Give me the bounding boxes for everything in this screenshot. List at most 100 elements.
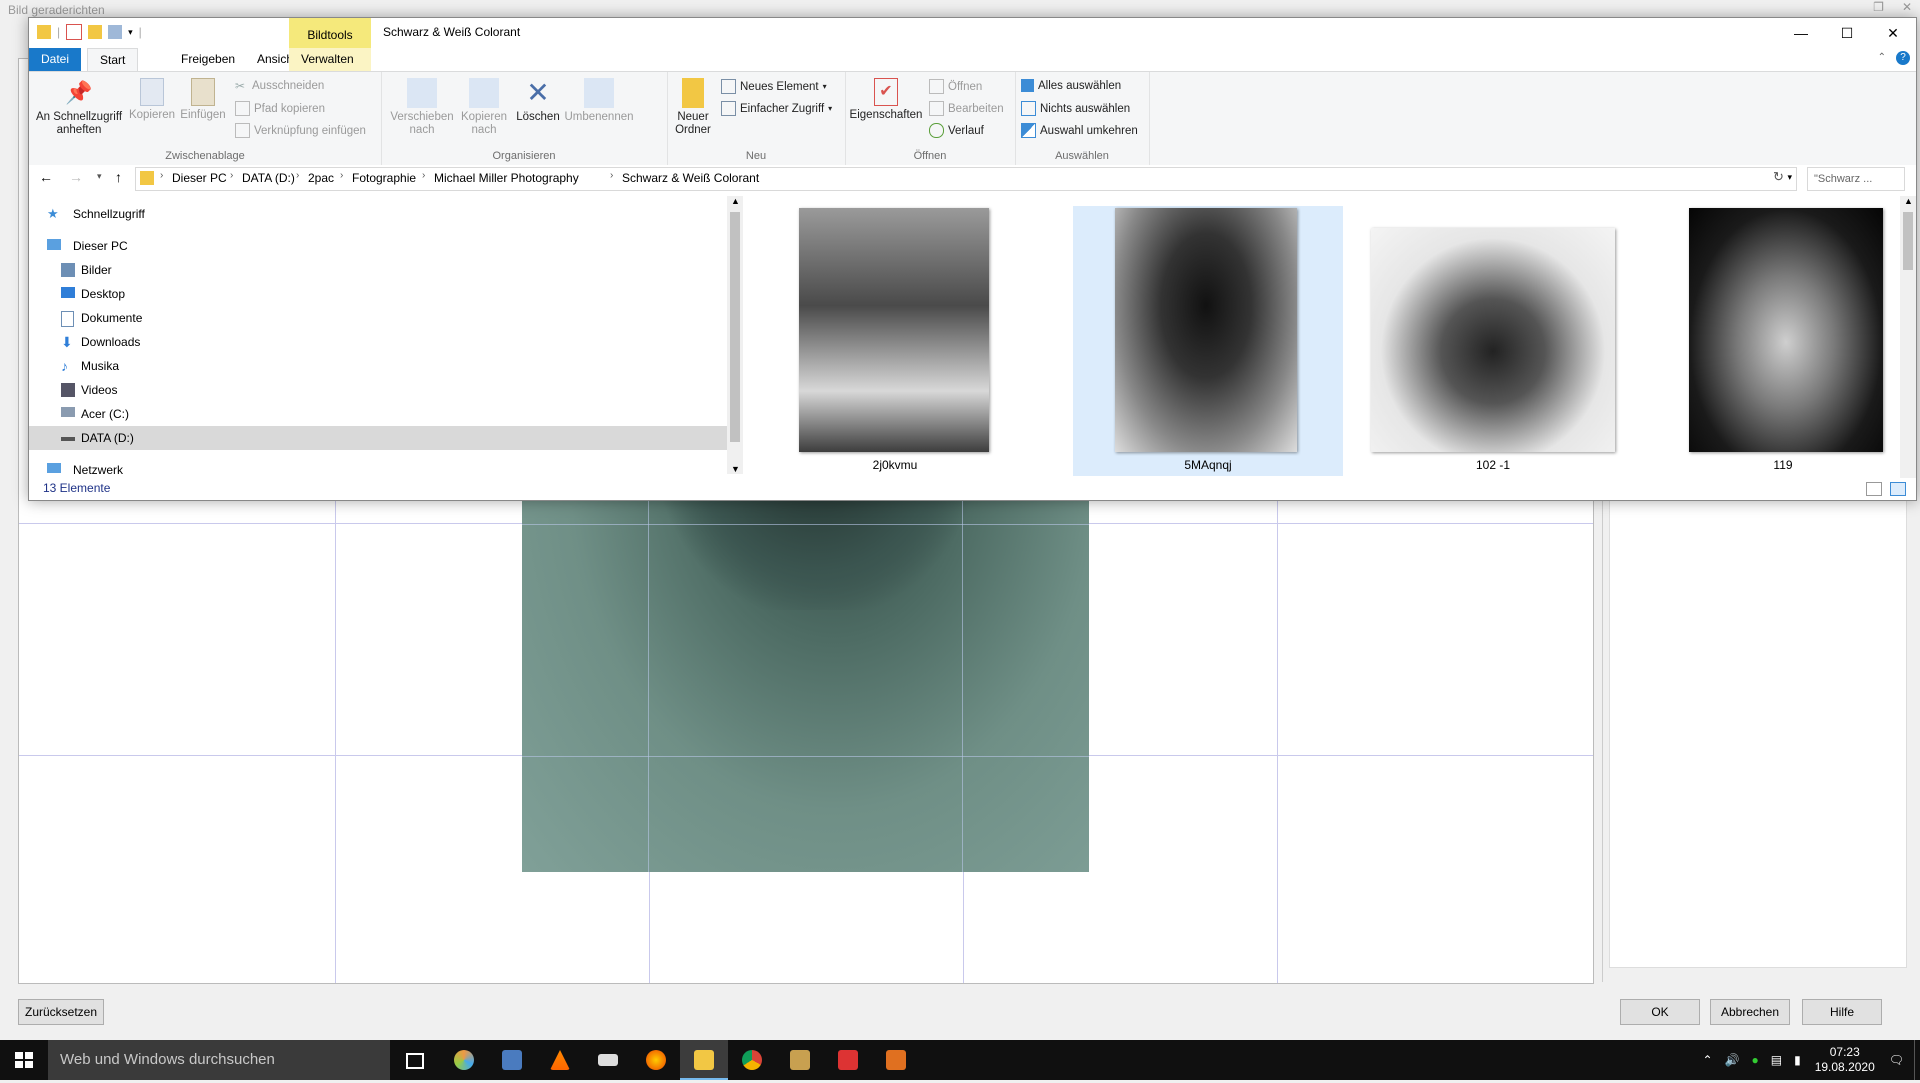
refresh-icon[interactable]: ↻ (1773, 169, 1784, 185)
rename-icon[interactable] (108, 25, 123, 39)
cut-button[interactable]: ✂ Ausschneiden (235, 79, 324, 93)
close-icon[interactable]: ✕ (1870, 18, 1916, 48)
taskbar-app-tools[interactable] (872, 1040, 920, 1080)
taskbar-search-input[interactable]: Web und Windows durchsuchen (48, 1040, 390, 1080)
close-icon[interactable]: ✕ (1902, 0, 1912, 14)
nav-item-acer-c[interactable]: Acer (C:) (29, 402, 727, 426)
clock[interactable]: 07:23 19.08.2020 (1815, 1045, 1875, 1075)
copy-button[interactable]: Kopieren (127, 74, 177, 122)
nav-item-bilder[interactable]: Bilder (29, 258, 727, 282)
show-hidden-icons-icon[interactable]: ⌃ (1702, 1053, 1712, 1067)
task-view-button[interactable] (392, 1040, 440, 1080)
file-item[interactable]: 2j0kvmu (795, 206, 995, 476)
select-none-button[interactable]: Nichts auswählen (1021, 101, 1130, 116)
breadcrumb-item[interactable]: Michael Miller Photography (434, 171, 579, 185)
address-bar[interactable]: › Dieser PC › DATA (D:) › 2pac › Fotogra… (135, 167, 1797, 191)
ok-button[interactable]: OK (1620, 999, 1700, 1025)
tab-verwalten[interactable]: Verwalten (289, 48, 371, 71)
show-desktop-button[interactable] (1914, 1040, 1920, 1080)
forward-icon[interactable]: → (69, 169, 83, 185)
app-icon (790, 1050, 810, 1070)
breadcrumb-item[interactable]: DATA (D:) (242, 171, 295, 185)
scroll-up-icon[interactable]: ▲ (731, 196, 740, 206)
nav-network[interactable]: Netzwerk (29, 458, 727, 474)
scrollbar-thumb[interactable] (730, 212, 740, 442)
scroll-up-icon[interactable]: ▲ (1904, 196, 1913, 206)
nav-item-data-d[interactable]: DATA (D:) (29, 426, 727, 450)
nav-item-videos[interactable]: Videos (29, 378, 727, 402)
volume-icon[interactable]: 🔊 (1725, 1053, 1740, 1067)
restore-icon[interactable]: ❐ (1873, 0, 1884, 14)
maximize-icon[interactable]: ☐ (1824, 18, 1870, 48)
taskbar-app-media[interactable] (632, 1040, 680, 1080)
rename-button[interactable]: Umbenennen (561, 74, 637, 124)
signal-icon[interactable]: ▮ (1794, 1053, 1801, 1067)
copy-to-button[interactable]: Kopieren nach (457, 74, 511, 137)
properties-button[interactable]: ✔ Eigenschaften (849, 74, 923, 122)
taskbar-app-vlc[interactable] (536, 1040, 584, 1080)
tab-freigeben[interactable]: Freigeben (169, 48, 247, 71)
taskbar-app-explorer[interactable] (680, 1040, 728, 1080)
help-icon[interactable]: ? (1896, 51, 1910, 65)
scroll-down-icon[interactable]: ▼ (731, 464, 740, 474)
file-item[interactable]: 102 -1 (1363, 206, 1623, 476)
scrollbar-thumb[interactable] (1903, 212, 1913, 270)
notifications-icon[interactable]: 🗨 (1889, 1053, 1904, 1067)
taskbar-app-images[interactable] (776, 1040, 824, 1080)
taskbar-app-photo-editor[interactable] (824, 1040, 872, 1080)
copy-path-button[interactable]: Pfad kopieren (235, 101, 325, 116)
up-icon[interactable]: ↑ (115, 169, 122, 185)
nav-item-desktop[interactable]: Desktop (29, 282, 727, 306)
file-view-scrollbar[interactable]: ▲ ▼ (1900, 196, 1916, 496)
invert-selection-button[interactable]: Auswahl umkehren (1021, 123, 1138, 138)
new-item-button[interactable]: Neues Element ▾ (721, 79, 827, 94)
nav-item-dokumente[interactable]: Dokumente (29, 306, 727, 330)
search-input[interactable]: "Schwarz ... (1807, 167, 1905, 191)
help-button[interactable]: Hilfe (1802, 999, 1882, 1025)
taskbar-app-photos[interactable] (440, 1040, 488, 1080)
breadcrumb-item[interactable]: Schwarz & Weiß Colorant (622, 171, 759, 185)
move-to-button[interactable]: Verschieben nach (389, 74, 455, 137)
delete-button[interactable]: ✕ Löschen (515, 74, 561, 124)
address-dropdown-icon[interactable]: ▾ (1787, 172, 1792, 183)
security-icon[interactable]: ● (1752, 1053, 1759, 1067)
taskbar-app-chrome[interactable] (728, 1040, 776, 1080)
paste-button[interactable]: Einfügen (177, 74, 229, 122)
taskbar-app-viewer[interactable] (488, 1040, 536, 1080)
network-icon[interactable]: ▤ (1771, 1053, 1782, 1067)
nav-item-musika[interactable]: ♪ Musika (29, 354, 727, 378)
properties-icon[interactable] (66, 24, 83, 40)
preview-photo[interactable] (522, 440, 1089, 872)
breadcrumb-item[interactable]: 2pac (308, 171, 334, 185)
nav-quick-access[interactable]: ★ Schnellzugriff (29, 202, 727, 226)
open-button[interactable]: Öffnen (929, 79, 982, 94)
breadcrumb-item[interactable]: Dieser PC (172, 171, 227, 185)
minimize-icon[interactable]: — (1778, 18, 1824, 48)
select-all-button[interactable]: Alles auswählen (1021, 79, 1121, 92)
edit-button[interactable]: Bearbeiten (929, 101, 1004, 116)
nav-item-downloads[interactable]: ⬇ Downloads (29, 330, 727, 354)
new-folder-icon[interactable] (88, 25, 103, 39)
tab-start[interactable]: Start (87, 48, 139, 71)
new-folder-button[interactable]: Neuer Ordner (669, 74, 717, 137)
cancel-button[interactable]: Abbrechen (1710, 999, 1790, 1025)
details-view-icon[interactable] (1866, 482, 1882, 496)
history-button[interactable]: Verlauf (929, 123, 984, 138)
easy-access-button[interactable]: Einfacher Zugriff ▾ (721, 101, 832, 116)
navigation-scrollbar[interactable]: ▲ ▼ (727, 196, 743, 474)
customize-dropdown-icon[interactable]: ▾ (128, 27, 133, 38)
breadcrumb-item[interactable]: Fotographie (352, 171, 416, 185)
nav-this-pc[interactable]: Dieser PC (29, 234, 727, 258)
reset-button[interactable]: Zurücksetzen (18, 999, 104, 1025)
pin-quick-access-button[interactable]: 📌 An Schnellzugriff anheften (35, 74, 123, 137)
back-icon[interactable]: ← (39, 169, 53, 185)
collapse-ribbon-icon[interactable]: ⌃ (1878, 52, 1886, 63)
recent-locations-icon[interactable]: ▾ (97, 171, 102, 182)
large-icons-view-icon[interactable] (1890, 482, 1906, 496)
tab-datei[interactable]: Datei (29, 48, 82, 71)
file-item[interactable]: 5MAqnqj (1073, 206, 1343, 476)
file-item[interactable]: 119 (1663, 206, 1903, 476)
paste-shortcut-button[interactable]: Verknüpfung einfügen (235, 123, 366, 138)
taskbar-app-mail[interactable] (584, 1040, 632, 1080)
start-button[interactable] (0, 1040, 48, 1080)
